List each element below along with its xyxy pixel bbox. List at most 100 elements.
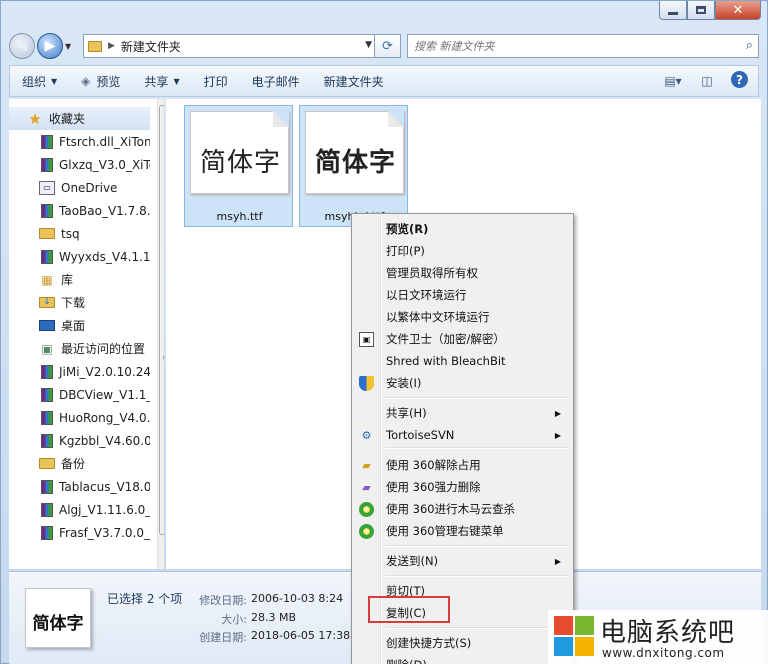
search-input[interactable]: [414, 39, 754, 53]
sidebar-item-label: OneDrive: [61, 180, 118, 195]
share-menu[interactable]: 共享 ▼: [144, 73, 179, 90]
nav-scrollbar-thumb[interactable]: [159, 105, 164, 535]
sidebar-item[interactable]: Kgzbbl_V4.60.0: [9, 429, 150, 452]
preview-label: 预览: [96, 74, 121, 89]
breadcrumb-separator-icon[interactable]: ▶: [108, 41, 115, 51]
context-menu-item[interactable]: ▰ 使用 360强力删除: [354, 476, 571, 498]
sidebar-item[interactable]: tsq: [9, 222, 150, 245]
logo-red-pane: [554, 616, 573, 635]
downloads-folder-icon: ↓: [39, 297, 55, 308]
new-folder-label: 新建文件夹: [323, 74, 384, 89]
sidebar-item[interactable]: Tablacus_V18.0: [9, 475, 150, 498]
address-bar[interactable]: ▶ 新建文件夹 ▼: [83, 34, 375, 58]
winrar-archive-icon: [41, 410, 53, 425]
caret-down-icon: ▼: [51, 76, 58, 86]
search-box[interactable]: ⌕: [407, 34, 759, 58]
sidebar-item[interactable]: ▣ 最近访问的位置: [9, 337, 150, 360]
context-menu-item[interactable]: ▰ 使用 360解除占用: [354, 454, 571, 476]
maximize-button[interactable]: [687, 1, 715, 20]
breadcrumb-current-folder[interactable]: 新建文件夹: [121, 38, 181, 55]
sidebar-item-label: 库: [49, 567, 61, 570]
context-menu-item[interactable]: ⚙ TortoiseSVN ▶: [354, 424, 571, 446]
context-menu-item[interactable]: 删除(D): [354, 654, 571, 664]
context-menu-item[interactable]: 管理员取得所有权: [354, 262, 571, 284]
file-item[interactable]: 简体字 msyh.ttf: [184, 105, 293, 227]
minimize-button[interactable]: [659, 1, 687, 20]
new-folder-button[interactable]: 新建文件夹: [324, 73, 384, 90]
sidebar-item[interactable]: HuoRong_V4.0.: [9, 406, 150, 429]
sidebar-item[interactable]: 备份: [9, 452, 150, 475]
context-menu-item[interactable]: ▣ 文件卫士（加密/解密）: [354, 328, 571, 350]
context-menu-item[interactable]: 共享(H) ▶: [354, 402, 571, 424]
context-menu-item[interactable]: 安装(I): [354, 372, 571, 394]
address-dropdown-icon[interactable]: ▼: [365, 40, 372, 50]
forward-button[interactable]: ▶: [37, 33, 63, 59]
recent-pages-dropdown[interactable]: ▼: [65, 42, 77, 51]
file-item[interactable]: 简体字 msyhbd.ttf: [299, 105, 408, 227]
close-icon: ✕: [732, 2, 744, 18]
context-menu-label: 预览(R): [386, 222, 429, 236]
context-menu-label: 使用 360解除占用: [386, 458, 481, 472]
sidebar-item[interactable]: DBCView_V1.1_: [9, 383, 150, 406]
context-menu-item[interactable]: Shred with BleachBit: [354, 350, 571, 372]
context-menu-item[interactable]: + 使用 360进行木马云查杀: [354, 498, 571, 520]
tortoisesvn-icon: ⚙: [361, 429, 372, 442]
organize-menu[interactable]: 组织 ▼: [22, 73, 57, 90]
search-icon[interactable]: ⌕: [746, 38, 753, 53]
help-button[interactable]: ?: [731, 71, 748, 88]
close-button[interactable]: ✕: [715, 1, 761, 20]
modified-value: 2006-10-03 8:24: [251, 592, 344, 605]
sidebar-item[interactable]: Wyyxds_V4.1.1.:: [9, 245, 150, 268]
context-menu-item[interactable]: 打印(P): [354, 240, 571, 262]
email-button[interactable]: 电子邮件: [252, 73, 300, 90]
sidebar-item[interactable]: ▭ OneDrive: [9, 176, 150, 199]
360-shred-icon: ▰: [362, 481, 371, 494]
refresh-icon: ⟳: [382, 38, 393, 54]
sidebar-item-label: DBCView_V1.1_: [59, 387, 150, 402]
sidebar-item[interactable]: Frasf_V3.7.0.0_X: [9, 521, 150, 544]
created-label: 创建日期:: [199, 631, 247, 644]
sidebar-item-libraries[interactable]: ▦ 库: [9, 567, 150, 569]
change-view-button[interactable]: ▤▾: [663, 71, 683, 91]
sidebar-item-label: JiMi_V2.0.10.24_: [59, 364, 150, 379]
winrar-archive-icon: [41, 249, 53, 264]
context-menu-label: Shred with BleachBit: [386, 354, 506, 368]
context-menu-item[interactable]: 以日文环境运行: [354, 284, 571, 306]
context-menu-item[interactable]: + 使用 360管理右键菜单: [354, 520, 571, 542]
sidebar-item-label: Ftsrch.dll_XiTon: [59, 134, 150, 149]
sidebar-item[interactable]: ▦ 库: [9, 268, 150, 291]
preview-button[interactable]: ◈ 预览: [81, 73, 120, 90]
font-preview-text: 简体字: [314, 148, 396, 178]
sidebar-item[interactable]: TaoBao_V1.7.8.: [9, 199, 150, 222]
sidebar-item[interactable]: JiMi_V2.0.10.24_: [9, 360, 150, 383]
sidebar-item[interactable]: Ftsrch.dll_XiTon: [9, 130, 150, 153]
sidebar-item[interactable]: 桌面: [9, 314, 150, 337]
file-guard-icon: ▣: [359, 332, 374, 347]
help-icon: ?: [736, 72, 743, 87]
context-menu-item[interactable]: 以繁体中文环境运行: [354, 306, 571, 328]
context-menu-item[interactable]: 创建快捷方式(S): [354, 632, 571, 654]
refresh-button[interactable]: ⟳: [375, 34, 401, 58]
winrar-archive-icon: [41, 525, 53, 540]
sidebar-item-label: HuoRong_V4.0.: [59, 410, 150, 425]
thumbnail-text: 简体字: [32, 614, 84, 634]
caret-down-icon: ▼: [173, 76, 180, 86]
sidebar-item[interactable]: ↓ 下载: [9, 291, 150, 314]
back-button[interactable]: ◀: [9, 33, 35, 59]
sidebar-item-favorites[interactable]: ★ 收藏夹: [9, 107, 150, 130]
email-label: 电子邮件: [251, 74, 300, 89]
sidebar-item-label: Kgzbbl_V4.60.0: [59, 433, 150, 448]
command-bar: 组织 ▼ ◈ 预览 共享 ▼ 打印 电子邮件 新建文件夹 ▤▾ ◫ ?: [9, 65, 759, 97]
context-menu-item[interactable]: 发送到(N) ▶: [354, 550, 571, 572]
sidebar-item[interactable]: Algj_V1.11.6.0_X: [9, 498, 150, 521]
folder-icon: [39, 228, 55, 239]
context-menu-item[interactable]: 预览(R): [354, 218, 571, 240]
sidebar-item[interactable]: Glxzq_V3.0_XiTo: [9, 153, 150, 176]
back-arrow-icon: ◀: [16, 38, 28, 54]
print-button[interactable]: 打印: [204, 73, 228, 90]
preview-pane-button[interactable]: ◫: [697, 71, 717, 91]
360-scan-icon: +: [359, 502, 374, 517]
logo-blue-pane: [554, 637, 573, 656]
submenu-arrow-icon: ▶: [554, 556, 561, 566]
maximize-icon: [696, 6, 706, 14]
